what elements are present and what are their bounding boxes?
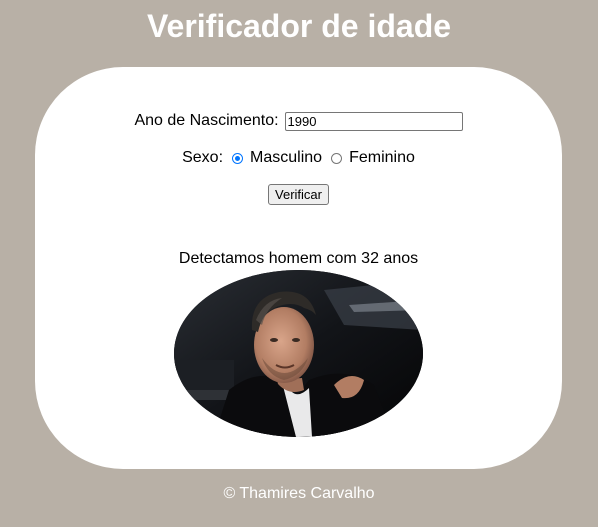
footer-credit: © Thamires Carvalho	[223, 485, 375, 502]
birth-year-input[interactable]	[284, 111, 463, 131]
main-panel: Ano de Nascimento: Sexo: Masculino Femin…	[35, 67, 562, 469]
radio-feminino-label[interactable]: Feminino	[349, 149, 415, 167]
birth-year-label: Ano de Nascimento:	[134, 112, 279, 129]
button-row: Verificar	[35, 183, 562, 205]
radio-masculino-label[interactable]: Masculino	[250, 149, 322, 167]
sex-row: Sexo: Masculino Feminino	[35, 147, 562, 169]
result-photo	[174, 270, 423, 437]
radio-masculino[interactable]	[232, 152, 244, 164]
birth-year-row: Ano de Nascimento:	[35, 110, 562, 132]
man-photo-illustration	[174, 270, 423, 437]
result-row: Detectamos homem com 32 anos	[35, 248, 562, 270]
radio-feminino[interactable]	[331, 152, 343, 164]
result-text: Detectamos homem com 32 anos	[178, 250, 419, 267]
verify-button[interactable]: Verificar	[268, 183, 329, 205]
page-title: Verificador de idade	[146, 8, 452, 44]
sex-label: Sexo:	[182, 149, 224, 166]
